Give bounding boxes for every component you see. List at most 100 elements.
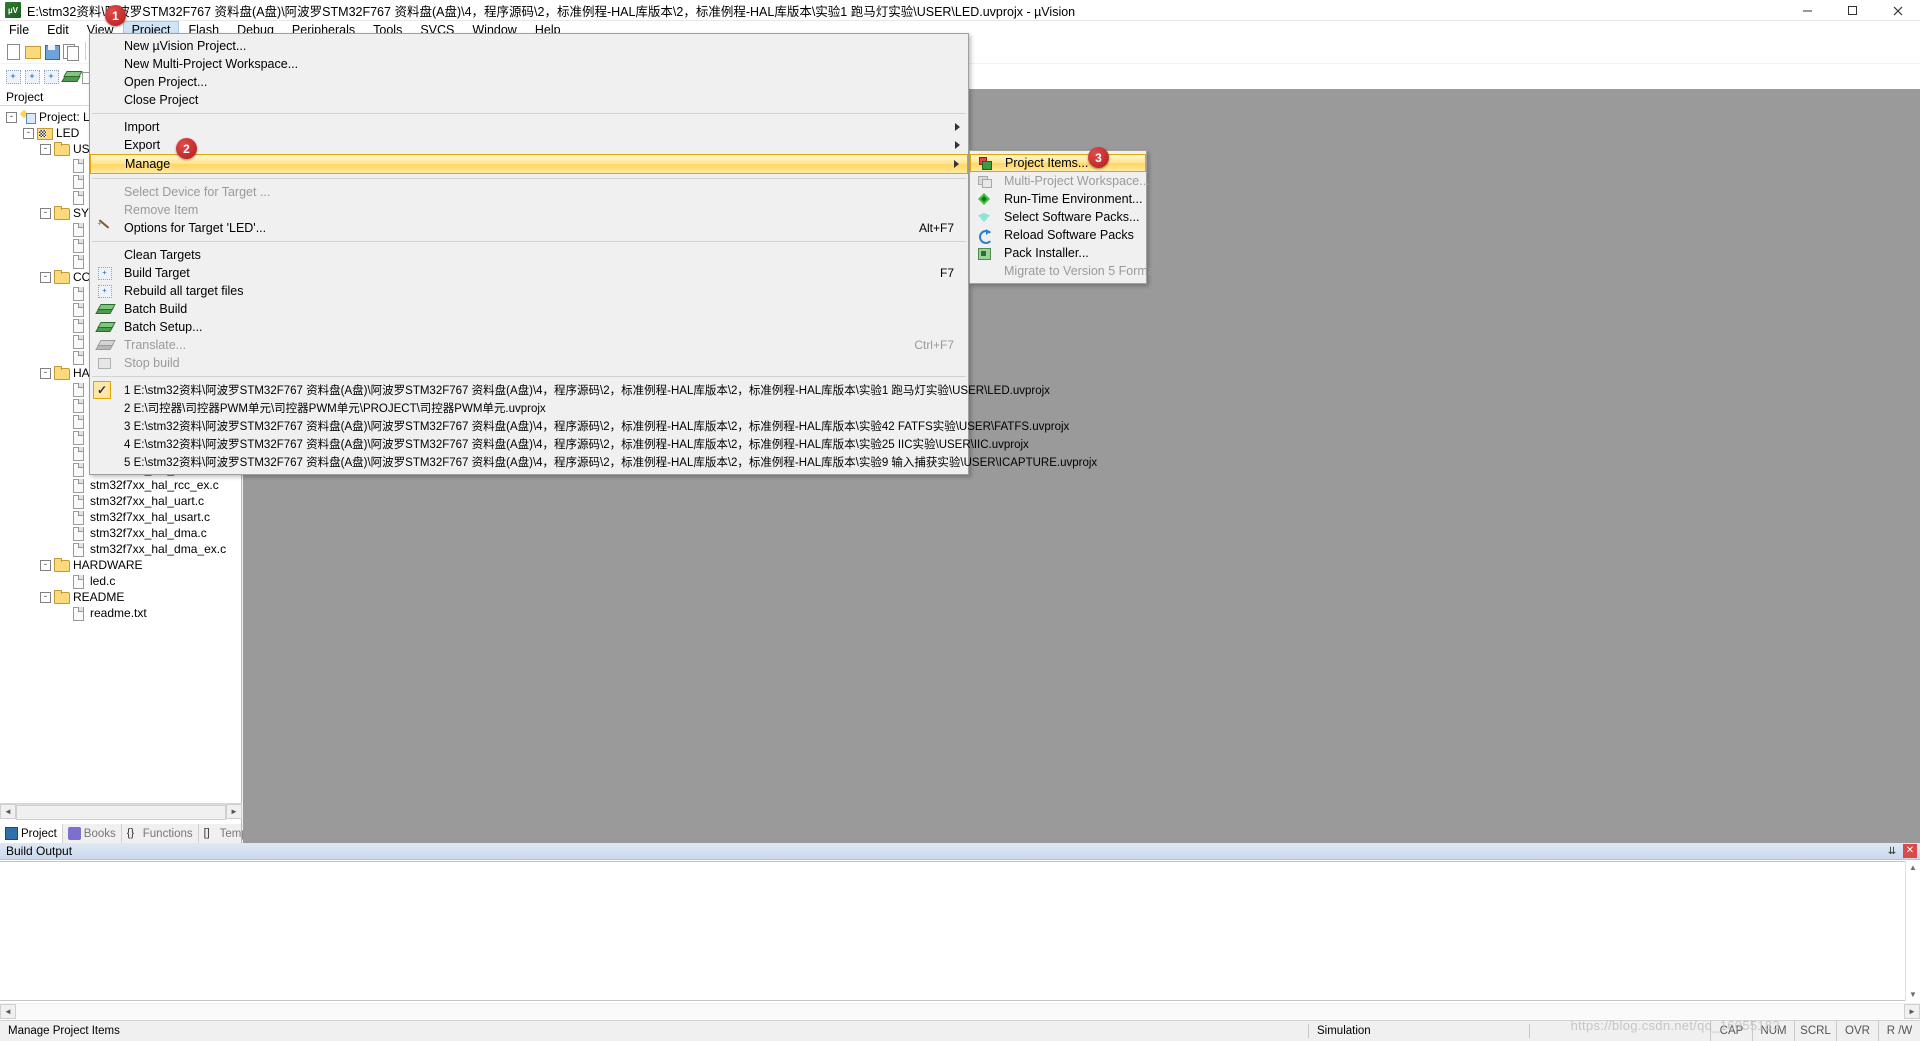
- stack-glyph: [97, 320, 112, 334]
- tree-node[interactable]: stm32f7xx_hal_dma_ex.c: [0, 541, 241, 557]
- rebuild-icon[interactable]: [42, 67, 61, 86]
- manage-submenu[interactable]: Project Items... Multi-Project Workspace.…: [969, 150, 1169, 284]
- recent-project-3[interactable]: 3 E:\stm32资料\阿波罗STM32F767 资料盘(A盘)\阿波罗STM…: [90, 417, 1069, 435]
- pane-tab-functions[interactable]: {} Functions: [122, 824, 199, 843]
- status-message: Manage Project Items: [8, 1024, 120, 1037]
- tree-node[interactable]: stm32f7xx_hal_uart.c: [0, 493, 241, 509]
- close-button[interactable]: [1875, 0, 1920, 21]
- menu-item-export[interactable]: Export: [90, 136, 968, 154]
- file-icon: [71, 414, 86, 429]
- pin-icon[interactable]: ⇊: [1885, 844, 1899, 858]
- tree-node[interactable]: stm32f7xx_hal_usart.c: [0, 509, 241, 525]
- recent-project-label: 5 E:\stm32资料\阿波罗STM32F767 资料盘(A盘)\阿波罗STM…: [124, 457, 1098, 469]
- menu-icon-placeholder: [94, 454, 116, 470]
- menu-item-new-multi-project-workspace[interactable]: New Multi-Project Workspace...: [90, 55, 968, 73]
- tree-expander-icon[interactable]: -: [40, 271, 51, 283]
- submenu-item-label: Reload Software Packs: [1004, 228, 1134, 242]
- menu-item-label: Batch Setup...: [124, 320, 203, 334]
- menu-icon-placeholder: [94, 56, 116, 72]
- close-icon[interactable]: ✕: [1903, 844, 1917, 858]
- project-menu-dropdown[interactable]: New µVision Project... New Multi-Project …: [89, 33, 1097, 475]
- tree-node[interactable]: stm32f7xx_hal_dma.c: [0, 525, 241, 541]
- menu-item-manage[interactable]: Manage: [90, 154, 968, 174]
- menu-icon-placeholder: [94, 400, 116, 416]
- tree-node[interactable]: readme.txt: [0, 605, 241, 621]
- menu-item-batch-setup[interactable]: Batch Setup...: [90, 318, 968, 336]
- menu-item-batch-build[interactable]: Batch Build: [90, 300, 968, 318]
- scroll-down-icon[interactable]: ▼: [1909, 990, 1917, 999]
- menu-item-label: Import: [124, 120, 160, 134]
- scroll-left-icon[interactable]: ◄: [0, 804, 16, 819]
- menu-item-shortcut: Ctrl+F7: [914, 338, 954, 352]
- scroll-up-icon[interactable]: ▲: [1909, 863, 1917, 872]
- build-target-icon[interactable]: [23, 67, 42, 86]
- open-file-icon[interactable]: [23, 42, 42, 61]
- file-icon: [71, 190, 86, 205]
- recent-project-2[interactable]: 2 E:\司控器\司控器PWM单元\司控器PWM单元\PROJECT\司控器PW…: [90, 399, 968, 417]
- menu-item-open-project[interactable]: Open Project...: [90, 73, 968, 91]
- pane-tab-books[interactable]: Books: [63, 824, 122, 843]
- submenu-item-select-software-packs[interactable]: Select Software Packs...: [970, 208, 1146, 226]
- tree-node[interactable]: - HARDWARE: [0, 557, 241, 573]
- build-output-vscrollbar[interactable]: ▲ ▼: [1905, 861, 1920, 1001]
- submenu-item-project-items[interactable]: Project Items...: [970, 154, 1146, 172]
- submenu-item-reload-software-packs[interactable]: Reload Software Packs: [970, 226, 1146, 244]
- folder-icon: [54, 206, 70, 220]
- pane-tab-project[interactable]: Project: [0, 824, 63, 843]
- recent-project-4[interactable]: 4 E:\stm32资料\阿波罗STM32F767 资料盘(A盘)\阿波罗STM…: [90, 435, 1029, 453]
- recent-project-5[interactable]: 5 E:\stm32资料\阿波罗STM32F767 资料盘(A盘)\阿波罗STM…: [90, 453, 1097, 471]
- maximize-button[interactable]: [1830, 0, 1875, 21]
- tree-expander-icon[interactable]: -: [23, 127, 34, 139]
- menu-icon-placeholder: [95, 156, 117, 172]
- stopb-glyph: [97, 356, 112, 370]
- menu-item-build-target[interactable]: Build Target F7: [90, 264, 968, 282]
- menu-item-close-project[interactable]: Close Project: [90, 91, 968, 109]
- menu-item-rebuild-all-target-files[interactable]: Rebuild all target files: [90, 282, 968, 300]
- submenu-item-pack-installer[interactable]: Pack Installer...: [970, 244, 1146, 262]
- save-all-icon[interactable]: [61, 42, 80, 61]
- minimize-button[interactable]: [1785, 0, 1830, 21]
- build-glyph: [97, 266, 112, 280]
- tree-expander-icon[interactable]: -: [40, 559, 51, 571]
- translate-icon[interactable]: [4, 67, 23, 86]
- file-icon: [71, 574, 86, 589]
- menu-item-import[interactable]: Import: [90, 118, 968, 136]
- tree-node[interactable]: stm32f7xx_hal_rcc_ex.c: [0, 477, 241, 493]
- build-output-hscrollbar[interactable]: ◄ ►: [0, 1003, 1920, 1019]
- watermark-text: https://blog.csdn.net/qq_16055183: [1570, 1018, 1780, 1033]
- submenu-item-run-time-environment[interactable]: Run-Time Environment...: [970, 190, 1146, 208]
- menu-file[interactable]: File: [0, 21, 38, 39]
- status-simulation: Simulation: [1317, 1024, 1371, 1037]
- file-icon: [71, 606, 86, 621]
- submenu-item-label: Project Items...: [1005, 156, 1089, 170]
- menu-item-new-vision-project[interactable]: New µVision Project...: [90, 37, 968, 55]
- menu-icon-placeholder: [94, 382, 116, 398]
- batch-build-icon[interactable]: [61, 67, 80, 86]
- project-tree-hscrollbar[interactable]: ◄ ►: [0, 803, 242, 820]
- build-output-text[interactable]: [0, 861, 1920, 1001]
- scrollbar-track[interactable]: [16, 804, 226, 820]
- scroll-right-icon[interactable]: ►: [226, 804, 242, 819]
- tree-expander-icon[interactable]: -: [40, 207, 51, 219]
- file-icon: [71, 302, 86, 317]
- new-file-icon[interactable]: [4, 42, 23, 61]
- submenu-item-label: Select Software Packs...: [1004, 210, 1140, 224]
- scrollbar-thumb[interactable]: [16, 805, 226, 820]
- save-icon[interactable]: [42, 42, 61, 61]
- tree-expander-icon[interactable]: -: [40, 143, 51, 155]
- wand-icon: [94, 220, 116, 236]
- menu-item-options-for-target-led[interactable]: Options for Target 'LED'... Alt+F7: [90, 219, 968, 237]
- tree-expander-icon[interactable]: -: [40, 591, 51, 603]
- menu-item-clean-targets[interactable]: Clean Targets: [90, 246, 968, 264]
- tree-node[interactable]: - README: [0, 589, 241, 605]
- scroll-left-icon[interactable]: ◄: [0, 1003, 16, 1019]
- scrollbar-track[interactable]: [16, 1003, 1904, 1019]
- tree-expander-icon[interactable]: -: [6, 111, 17, 123]
- recent-project-1[interactable]: ✓ 1 E:\stm32资料\阿波罗STM32F767 资料盘(A盘)\阿波罗ST…: [90, 381, 1050, 399]
- tree-expander-icon[interactable]: -: [40, 367, 51, 379]
- menu-edit[interactable]: Edit: [38, 21, 78, 39]
- tree-node[interactable]: led.c: [0, 573, 241, 589]
- diamond-icon: [974, 191, 996, 207]
- tree-node-label: stm32f7xx_hal_rcc_ex.c: [90, 478, 219, 492]
- scroll-right-icon[interactable]: ►: [1904, 1003, 1920, 1019]
